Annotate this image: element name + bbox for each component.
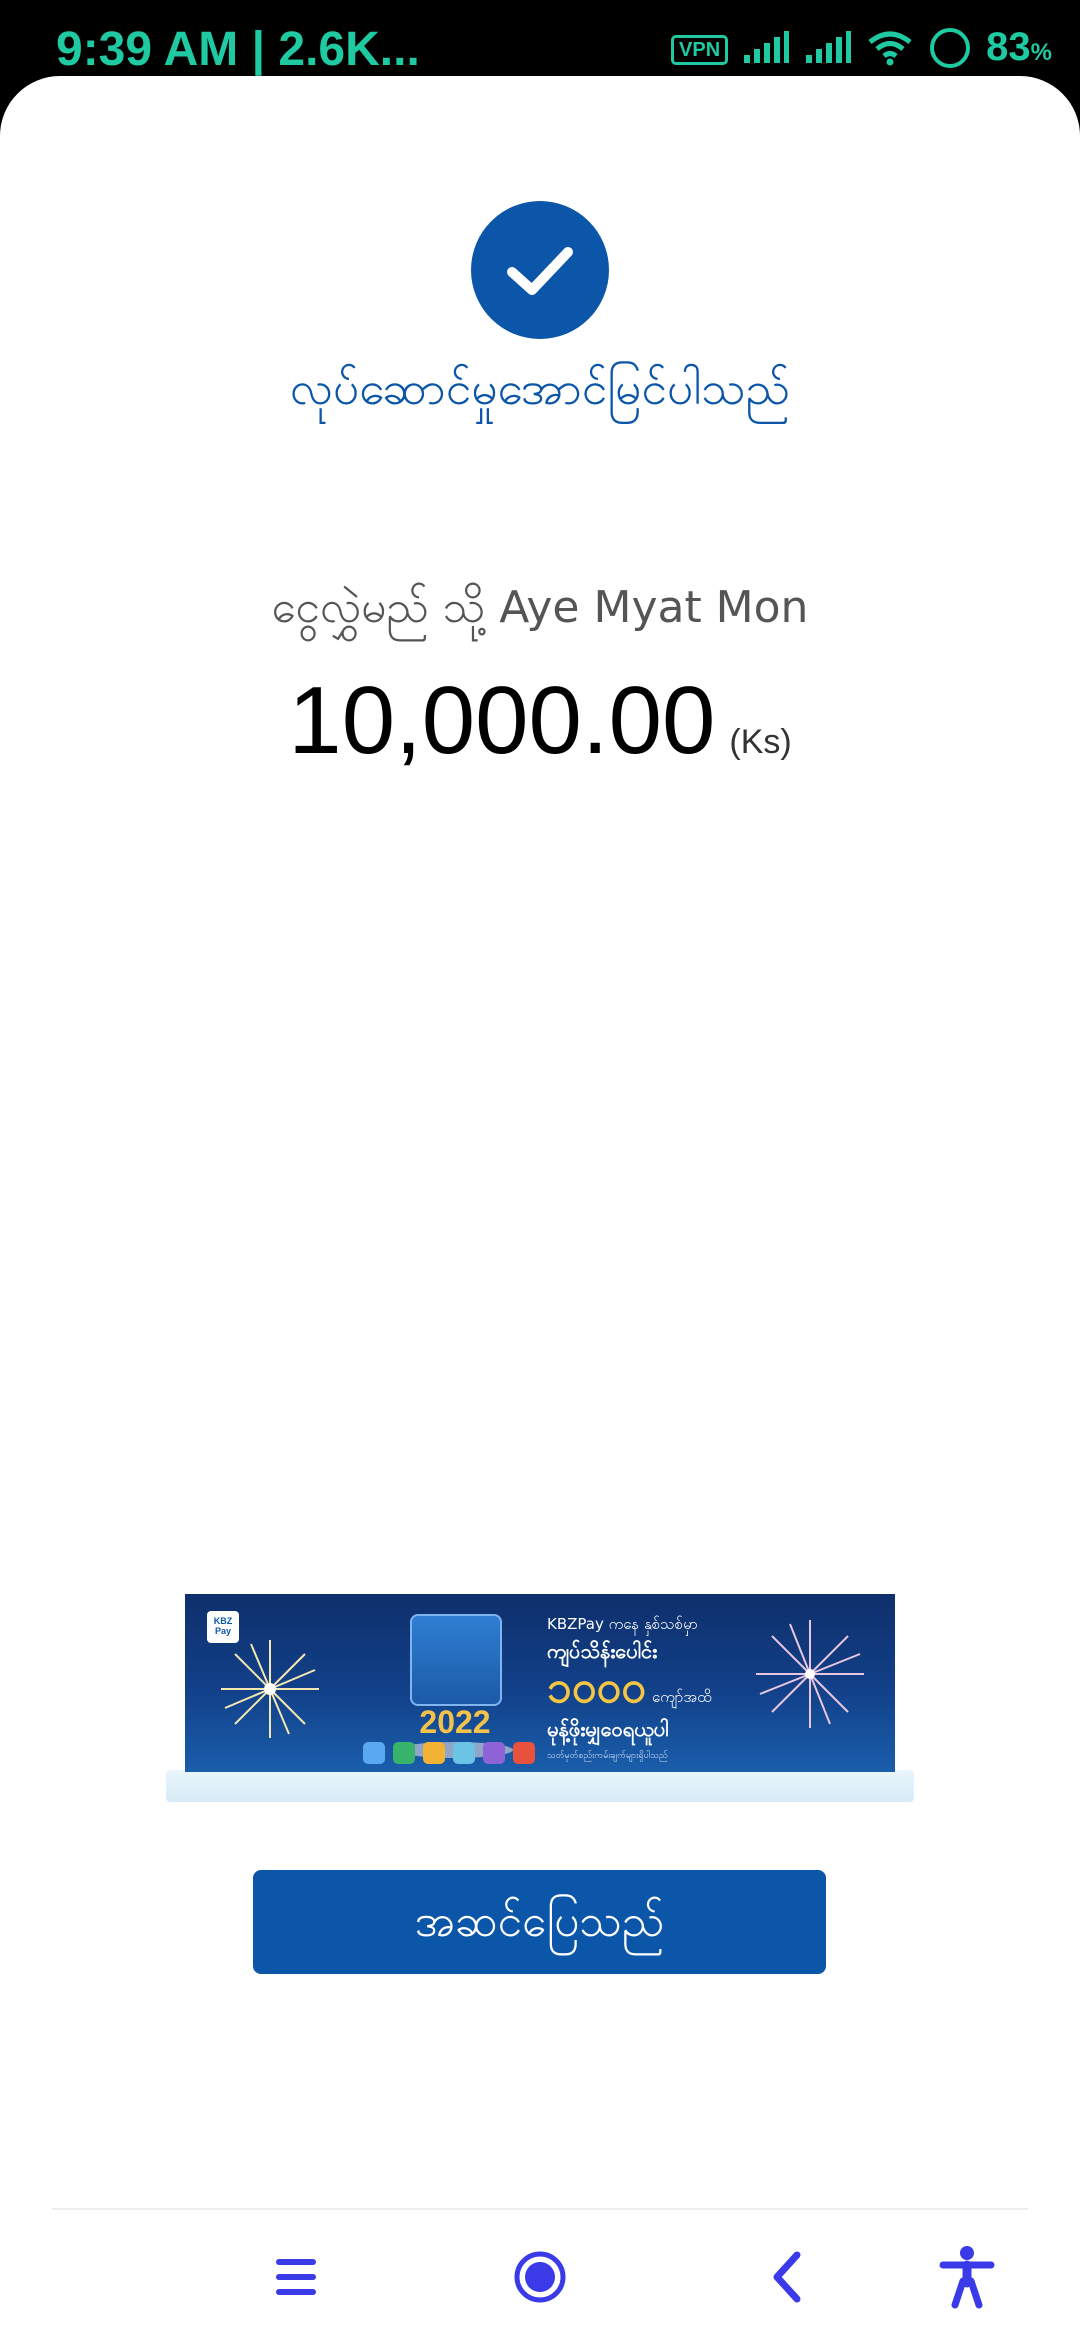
banner-phone-graphic xyxy=(410,1614,502,1706)
amount-currency: (Ks) xyxy=(729,723,792,761)
status-icons: VPN 83% xyxy=(671,22,1052,78)
status-bar: 9:39 AM | 2.6K... VPN 83% xyxy=(0,0,1080,76)
home-circle-icon[interactable] xyxy=(508,2245,572,2309)
success-check-icon xyxy=(471,201,609,339)
banner-big-unit: ကျော်အထိ xyxy=(652,1688,712,1706)
banner-line-2: ကျပ်သိန်းပေါင်း xyxy=(547,1639,658,1663)
banner-line-4: မုန့်ဖိုးမျှဝေရယူပါ xyxy=(547,1717,669,1741)
back-chevron-icon[interactable] xyxy=(755,2245,819,2309)
nav-divider xyxy=(52,2208,1028,2210)
done-button[interactable]: အဆင်ပြေသည် xyxy=(253,1870,826,1974)
amount-row: 10,000.00 (Ks) xyxy=(0,656,1080,786)
signal-icon-1 xyxy=(742,31,790,69)
app-icon xyxy=(363,1742,385,1764)
amount-value: 10,000.00 xyxy=(288,667,716,774)
app-icon xyxy=(393,1742,415,1764)
app-icon xyxy=(423,1742,445,1764)
result-sheet: လုပ်ဆောင်မှုအောင်မြင်ပါသည် ငွေလွှဲမည် သိ… xyxy=(0,76,1080,2340)
battery-percent: 83% xyxy=(986,25,1052,69)
firework-right-icon xyxy=(756,1620,864,1728)
banner-line-5: သတ်မှတ်စည်းကမ်းချက်များရှိပါသည် xyxy=(547,1751,668,1761)
banner-line-3: ၁၀၀၀ကျော်အထိ xyxy=(547,1664,712,1712)
firework-left-icon xyxy=(221,1640,319,1738)
transfer-recipient: ငွေလွှဲမည် သို့ Aye Myat Mon xyxy=(271,582,809,633)
accessibility-icon[interactable] xyxy=(935,2245,999,2309)
app-icon xyxy=(453,1742,475,1764)
wifi-icon xyxy=(866,30,914,70)
app-icon xyxy=(513,1742,535,1764)
app-icon xyxy=(483,1742,505,1764)
banner-shadow xyxy=(166,1770,914,1802)
banner-app-icons xyxy=(363,1742,535,1764)
signal-icon-2 xyxy=(804,31,852,69)
banner-line-1: KBZPay ကနေ နှစ်သစ်မှာ xyxy=(547,1615,698,1633)
banner-big-number: ၁၀၀၀ xyxy=(547,1662,646,1713)
promo-banner[interactable]: KBZ Pay 2022 KBZPay ကနေ နှစ်သစ်မှာ ကျပ်သ… xyxy=(185,1594,895,1772)
success-message: လုပ်ဆောင်မှုအောင်မြင်ပါသည် xyxy=(289,361,791,415)
status-time: 9:39 AM | 2.6K... xyxy=(56,23,420,76)
menu-icon[interactable] xyxy=(264,2245,328,2309)
vpn-badge: VPN xyxy=(671,35,729,65)
banner-year: 2022 xyxy=(419,1704,491,1740)
battery-ring-icon xyxy=(928,26,972,74)
